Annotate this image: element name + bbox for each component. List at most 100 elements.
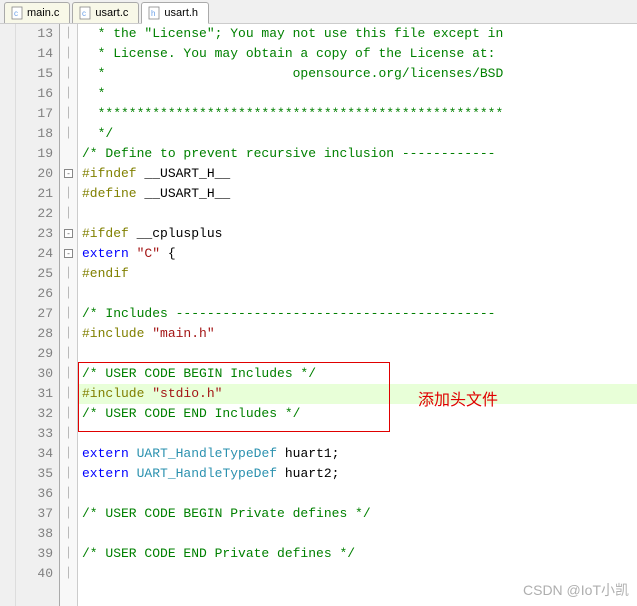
code-line[interactable]: #ifndef __USART_H__ [78,164,637,184]
code-line[interactable]: /* USER CODE END Private defines */ [78,544,637,564]
line-number: 33 [16,424,53,444]
line-number: 15 [16,64,53,84]
line-number: 14 [16,44,53,64]
line-number: 20 [16,164,53,184]
line-number: 16 [16,84,53,104]
fold-marker[interactable]: - [60,164,77,184]
fold-marker: │ [60,104,77,124]
code-line[interactable] [78,524,637,544]
fold-marker[interactable]: - [60,224,77,244]
svg-text:h: h [151,9,155,18]
fold-column: ││││││-││--││││││││││││││││ [60,24,78,606]
fold-marker: │ [60,384,77,404]
svg-text:c: c [82,9,86,18]
line-number: 34 [16,444,53,464]
line-number: 40 [16,564,53,584]
fold-marker: │ [60,364,77,384]
code-line[interactable]: /* Define to prevent recursive inclusion… [78,144,637,164]
line-number: 38 [16,524,53,544]
line-number: 21 [16,184,53,204]
line-number: 39 [16,544,53,564]
line-number: 35 [16,464,53,484]
line-number: 32 [16,404,53,424]
code-line[interactable]: * [78,84,637,104]
code-line[interactable]: /* USER CODE BEGIN Includes */ [78,364,637,384]
code-line[interactable]: * opensource.org/licenses/BSD [78,64,637,84]
tab-usart-h[interactable]: h usart.h [141,2,209,24]
fold-marker: │ [60,424,77,444]
code-line[interactable] [78,344,637,364]
fold-marker: │ [60,524,77,544]
code-line[interactable]: #define __USART_H__ [78,184,637,204]
code-line[interactable]: /* Includes ----------------------------… [78,304,637,324]
code-line[interactable] [78,284,637,304]
code-line[interactable]: #include "stdio.h" [78,384,637,404]
code-line[interactable] [78,564,637,584]
c-file-icon: c [79,6,91,20]
c-file-icon: c [11,6,23,20]
line-number: 27 [16,304,53,324]
line-number: 25 [16,264,53,284]
line-number: 22 [16,204,53,224]
tab-label: usart.c [95,7,128,19]
line-number: 19 [16,144,53,164]
code-line[interactable] [78,204,637,224]
tab-label: main.c [27,7,59,19]
fold-marker: │ [60,404,77,424]
code-line[interactable]: #include "main.h" [78,324,637,344]
code-line[interactable]: /* USER CODE END Includes */ [78,404,637,424]
code-line[interactable]: ****************************************… [78,104,637,124]
tab-main-c[interactable]: c main.c [4,2,70,23]
fold-marker: │ [60,84,77,104]
line-number: 26 [16,284,53,304]
editor-area: 1314151617181920212223242526272829303132… [0,24,637,606]
fold-marker: │ [60,124,77,144]
fold-marker: │ [60,184,77,204]
line-number: 30 [16,364,53,384]
fold-marker: │ [60,284,77,304]
code-line[interactable]: extern UART_HandleTypeDef huart1; [78,444,637,464]
tab-label: usart.h [164,7,198,19]
fold-marker: │ [60,304,77,324]
fold-marker: │ [60,564,77,584]
line-number: 36 [16,484,53,504]
code-line[interactable]: * License. You may obtain a copy of the … [78,44,637,64]
fold-marker: │ [60,324,77,344]
line-number: 37 [16,504,53,524]
code-line[interactable]: #endif [78,264,637,284]
fold-marker: │ [60,444,77,464]
code-line[interactable]: extern "C" { [78,244,637,264]
code-line[interactable] [78,424,637,444]
fold-marker: │ [60,64,77,84]
code-line[interactable]: #ifdef __cplusplus [78,224,637,244]
code-line[interactable] [78,484,637,504]
fold-marker: │ [60,504,77,524]
fold-marker: │ [60,44,77,64]
line-number: 24 [16,244,53,264]
code-area[interactable]: * the "License"; You may not use this fi… [78,24,637,606]
fold-marker: │ [60,264,77,284]
fold-marker: │ [60,484,77,504]
tab-usart-c[interactable]: c usart.c [72,2,139,23]
code-line[interactable]: extern UART_HandleTypeDef huart2; [78,464,637,484]
fold-marker[interactable]: - [60,244,77,264]
line-number: 13 [16,24,53,44]
code-line[interactable]: * the "License"; You may not use this fi… [78,24,637,44]
svg-text:c: c [14,9,18,18]
fold-marker [60,144,77,164]
tab-bar: c main.c c usart.c h usart.h [0,0,637,24]
line-number: 23 [16,224,53,244]
line-number: 17 [16,104,53,124]
line-number-gutter: 1314151617181920212223242526272829303132… [16,24,60,606]
marker-column [0,24,16,606]
line-number: 31 [16,384,53,404]
fold-marker: │ [60,344,77,364]
fold-marker: │ [60,544,77,564]
line-number: 28 [16,324,53,344]
h-file-icon: h [148,6,160,20]
line-number: 18 [16,124,53,144]
line-number: 29 [16,344,53,364]
fold-marker: │ [60,464,77,484]
code-line[interactable]: /* USER CODE BEGIN Private defines */ [78,504,637,524]
code-line[interactable]: */ [78,124,637,144]
